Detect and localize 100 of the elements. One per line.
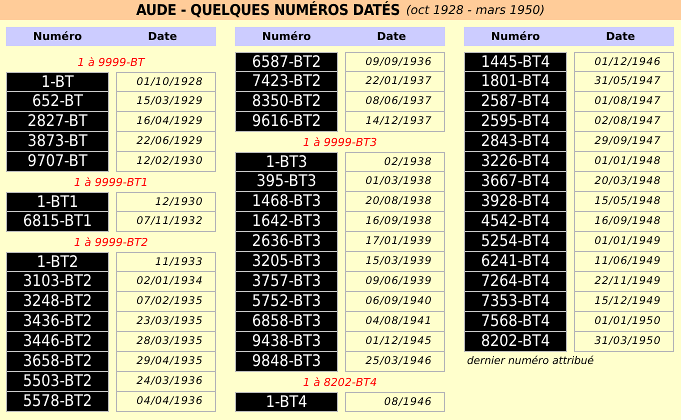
date-cell: 01/01/1948	[574, 152, 674, 172]
plate-number: 1-BT1	[6, 192, 109, 212]
range-label: 1 à 9999-BT1	[74, 176, 148, 188]
plate-number: 9616-BT2	[235, 112, 338, 132]
column-header: Numéro	[32, 30, 83, 43]
date-cell: 24/03/1936	[116, 372, 216, 392]
date-cell: 22/06/1929	[116, 132, 216, 152]
column-header: Numéro	[261, 30, 312, 43]
plate-number: 1642-BT3	[235, 212, 338, 232]
date-cell: 23/03/1935	[116, 312, 216, 332]
date-cell: 14/12/1937	[345, 112, 445, 132]
plate-number: 2827-BT	[6, 112, 109, 132]
column-header: Date	[376, 30, 408, 43]
date-cell: 01/12/1945	[345, 332, 445, 352]
plate-number: 9438-BT3	[235, 332, 338, 352]
plate-number: 3928-BT4	[464, 192, 567, 212]
plate-number: 6815-BT1	[6, 212, 109, 232]
date-cell: 17/01/1939	[345, 232, 445, 252]
date-cell: 08/1946	[345, 392, 445, 412]
date-cell: 02/1938	[345, 152, 445, 172]
date-cell: 22/01/1937	[345, 72, 445, 92]
range-label: 1 à 9999-BT2	[74, 236, 148, 248]
page-title: AUDE - QUELQUES NUMÉROS DATÉS	[136, 1, 400, 19]
date-cell: 12/02/1930	[116, 152, 216, 172]
date-cell: 01/01/1949	[574, 232, 674, 252]
plate-number: 1468-BT3	[235, 192, 338, 212]
column-header: Numéro	[490, 30, 541, 43]
plate-number: 3226-BT4	[464, 152, 567, 172]
date-cell: 01/08/1947	[574, 92, 674, 112]
plate-number: 3658-BT2	[6, 352, 109, 372]
note-text: dernier numéro attribué	[466, 354, 595, 367]
plate-number: 1-BT3	[235, 152, 338, 172]
plate-number: 7423-BT2	[235, 72, 338, 92]
date-cell: 25/03/1946	[345, 352, 445, 372]
date-cell: 09/06/1939	[345, 272, 445, 292]
date-cell: 20/03/1948	[574, 172, 674, 192]
date-cell: 28/03/1935	[116, 332, 216, 352]
date-cell: 31/03/1950	[574, 332, 674, 352]
date-cell: 15/05/1948	[574, 192, 674, 212]
plate-number: 6587-BT2	[235, 52, 338, 72]
plate-number: 7353-BT4	[464, 292, 567, 312]
plate-number: 6858-BT3	[235, 312, 338, 332]
plate-number: 4542-BT4	[464, 212, 567, 232]
plate-number: 3873-BT	[6, 132, 109, 152]
range-label: 1 à 9999-BT3	[303, 136, 377, 148]
plate-number: 5254-BT4	[464, 232, 567, 252]
plate-number: 3103-BT2	[6, 272, 109, 292]
date-cell: 01/10/1928	[116, 72, 216, 92]
date-cell: 06/09/1940	[345, 292, 445, 312]
plate-number: 2587-BT4	[464, 92, 567, 112]
date-cell: 11/1933	[116, 252, 216, 272]
column-header: Date	[146, 30, 178, 43]
plate-number: 3446-BT2	[6, 332, 109, 352]
date-cell: 22/11/1949	[574, 272, 674, 292]
date-cell: 15/12/1949	[574, 292, 674, 312]
date-cell: 09/09/1936	[345, 52, 445, 72]
plate-number: 7264-BT4	[464, 272, 567, 292]
column-header: Date	[604, 30, 636, 43]
plate-number: 1-BT	[6, 72, 109, 92]
date-cell: 04/08/1941	[345, 312, 445, 332]
date-cell: 12/1930	[116, 192, 216, 212]
plate-number: 6241-BT4	[464, 252, 567, 272]
plate-number: 395-BT3	[235, 172, 338, 192]
date-cell: 15/03/1929	[116, 92, 216, 112]
plate-number: 1-BT2	[6, 252, 109, 272]
plate-number: 5578-BT2	[6, 392, 109, 412]
date-cell: 02/01/1934	[116, 272, 216, 292]
date-cell: 16/09/1948	[574, 212, 674, 232]
date-cell: 07/02/1935	[116, 292, 216, 312]
date-cell: 01/12/1946	[574, 52, 674, 72]
plate-number: 8350-BT2	[235, 92, 338, 112]
plate-number: 2636-BT3	[235, 232, 338, 252]
date-cell: 16/04/1929	[116, 112, 216, 132]
plate-number: 1801-BT4	[464, 72, 567, 92]
date-cell: 29/04/1935	[116, 352, 216, 372]
plate-number: 5503-BT2	[6, 372, 109, 392]
date-cell: 01/03/1938	[345, 172, 445, 192]
date-cell: 20/08/1938	[345, 192, 445, 212]
plate-number: 7568-BT4	[464, 312, 567, 332]
plate-number: 8202-BT4	[464, 332, 567, 352]
plate-number: 2843-BT4	[464, 132, 567, 152]
plate-number: 3667-BT4	[464, 172, 567, 192]
date-cell: 15/03/1939	[345, 252, 445, 272]
date-cell: 07/11/1932	[116, 212, 216, 232]
date-cell: 11/06/1949	[574, 252, 674, 272]
plate-number: 3205-BT3	[235, 252, 338, 272]
date-cell: 16/09/1938	[345, 212, 445, 232]
date-cell: 29/09/1947	[574, 132, 674, 152]
date-cell: 31/05/1947	[574, 72, 674, 92]
plate-number: 9848-BT3	[235, 352, 338, 372]
date-cell: 01/01/1950	[574, 312, 674, 332]
plate-number: 3248-BT2	[6, 292, 109, 312]
plate-number: 3436-BT2	[6, 312, 109, 332]
date-cell: 04/04/1936	[116, 392, 216, 412]
date-cell: 02/08/1947	[574, 112, 674, 132]
range-label: 1 à 9999-BT	[78, 56, 144, 68]
plate-number: 9707-BT	[6, 152, 109, 172]
plate-number: 5752-BT3	[235, 292, 338, 312]
range-label: 1 à 8202-BT4	[303, 376, 377, 388]
plate-number: 652-BT	[6, 92, 109, 112]
